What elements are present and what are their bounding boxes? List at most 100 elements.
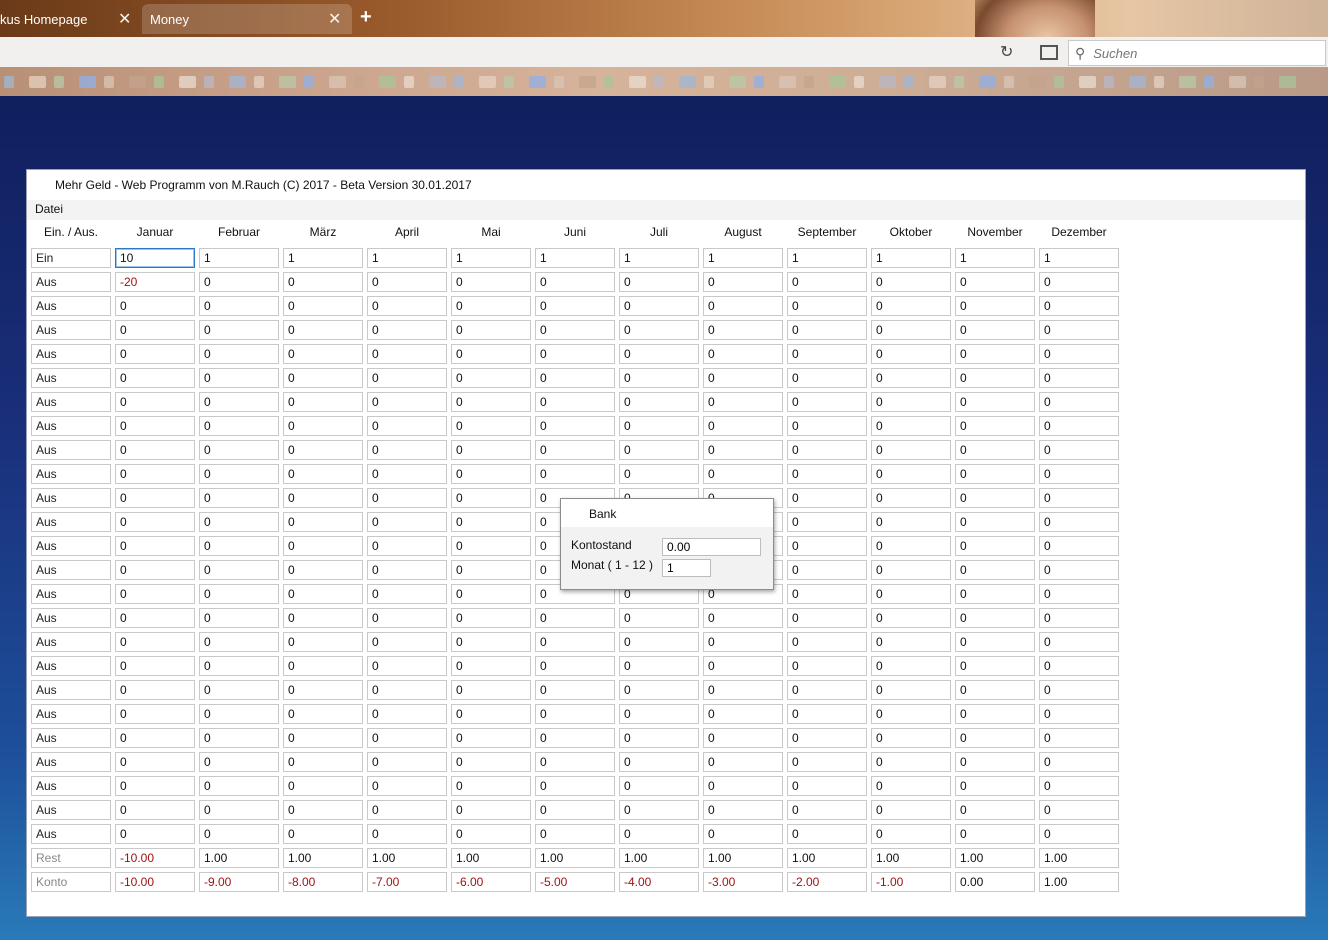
amount-input[interactable]: 0 (199, 824, 279, 844)
bookmark-item[interactable] (1129, 76, 1146, 88)
amount-input[interactable]: 0 (283, 656, 363, 676)
bookmark-item[interactable] (404, 76, 414, 88)
amount-input[interactable]: 0 (1039, 656, 1119, 676)
row-label[interactable]: Ein (31, 248, 111, 268)
amount-input[interactable]: 0 (283, 824, 363, 844)
reader-view-icon[interactable] (1040, 45, 1058, 60)
amount-input[interactable]: 0 (199, 320, 279, 340)
reload-icon[interactable]: ↻ (1000, 42, 1013, 62)
amount-input[interactable]: 0 (955, 320, 1035, 340)
amount-input[interactable]: 0 (451, 752, 531, 772)
amount-input[interactable]: 0 (283, 464, 363, 484)
amount-input[interactable]: 0 (535, 680, 615, 700)
amount-input[interactable]: 0 (955, 296, 1035, 316)
amount-input[interactable]: 0 (199, 440, 279, 460)
bookmark-item[interactable] (654, 76, 664, 88)
amount-input[interactable]: 0 (787, 704, 867, 724)
bookmark-item[interactable] (1054, 76, 1064, 88)
bookmark-item[interactable] (154, 76, 164, 88)
amount-input[interactable]: 0 (787, 776, 867, 796)
amount-input[interactable]: 0 (535, 416, 615, 436)
amount-input[interactable]: 0 (367, 728, 447, 748)
kontostand-input[interactable] (662, 538, 761, 556)
bookmark-item[interactable] (779, 76, 796, 88)
amount-input[interactable]: 0 (115, 800, 195, 820)
amount-input[interactable]: 0 (871, 800, 951, 820)
row-label[interactable]: Aus (31, 464, 111, 484)
amount-input[interactable]: 0 (283, 272, 363, 292)
amount-input[interactable]: 0 (115, 512, 195, 532)
bookmark-item[interactable] (929, 76, 946, 88)
amount-input[interactable]: 0 (115, 416, 195, 436)
amount-input[interactable]: 0 (619, 632, 699, 652)
amount-input[interactable]: 0 (535, 728, 615, 748)
bookmark-item[interactable] (1154, 76, 1164, 88)
bookmark-item[interactable] (454, 76, 464, 88)
bookmark-item[interactable] (1204, 76, 1214, 88)
amount-input[interactable]: 0 (955, 800, 1035, 820)
amount-input[interactable]: 0 (787, 584, 867, 604)
amount-input[interactable]: 0 (283, 344, 363, 364)
amount-input[interactable]: 0 (115, 680, 195, 700)
amount-input[interactable]: 0 (199, 272, 279, 292)
amount-input[interactable]: 0 (871, 584, 951, 604)
amount-input[interactable]: 0 (619, 776, 699, 796)
amount-input[interactable]: 0 (871, 296, 951, 316)
amount-input[interactable]: 0 (955, 464, 1035, 484)
amount-input[interactable]: 0 (619, 800, 699, 820)
amount-input[interactable]: 0 (283, 392, 363, 412)
amount-input[interactable]: 0 (619, 608, 699, 628)
amount-input[interactable]: 0 (1039, 272, 1119, 292)
amount-input[interactable]: 0 (955, 704, 1035, 724)
amount-input[interactable]: 0 (367, 632, 447, 652)
amount-input[interactable]: 0 (115, 464, 195, 484)
amount-input[interactable]: 0 (871, 488, 951, 508)
amount-input[interactable]: 0 (787, 464, 867, 484)
row-label[interactable]: Aus (31, 392, 111, 412)
amount-input[interactable]: 0 (619, 752, 699, 772)
amount-input[interactable]: 1 (787, 248, 867, 268)
amount-input[interactable]: 0 (619, 416, 699, 436)
amount-input[interactable]: 0 (1039, 584, 1119, 604)
row-label[interactable]: Aus (31, 824, 111, 844)
row-label[interactable]: Aus (31, 416, 111, 436)
amount-input[interactable]: 0 (871, 536, 951, 556)
bookmark-item[interactable] (579, 76, 596, 88)
amount-input[interactable]: 0 (115, 488, 195, 508)
bookmark-item[interactable] (604, 76, 614, 88)
amount-input[interactable]: 0 (367, 464, 447, 484)
amount-input[interactable]: 0 (871, 560, 951, 580)
amount-input[interactable]: 0 (787, 752, 867, 772)
bookmark-item[interactable] (54, 76, 64, 88)
bookmark-item[interactable] (354, 76, 364, 88)
amount-input[interactable]: 0 (703, 800, 783, 820)
amount-input[interactable]: 0 (199, 704, 279, 724)
amount-input[interactable]: 0 (451, 536, 531, 556)
amount-input[interactable]: 0 (703, 440, 783, 460)
bookmark-item[interactable] (954, 76, 964, 88)
amount-input[interactable]: 0 (1039, 488, 1119, 508)
amount-input[interactable]: 0 (451, 272, 531, 292)
amount-input[interactable]: 0 (787, 656, 867, 676)
bookmark-item[interactable] (979, 76, 996, 88)
amount-input[interactable]: 0 (703, 728, 783, 748)
row-label[interactable]: Aus (31, 344, 111, 364)
amount-input[interactable]: 0 (1039, 368, 1119, 388)
amount-input[interactable]: 0 (955, 272, 1035, 292)
row-label[interactable]: Aus (31, 656, 111, 676)
bookmark-item[interactable] (104, 76, 114, 88)
amount-input[interactable]: 0 (703, 656, 783, 676)
plus-icon[interactable]: + (360, 6, 372, 29)
amount-input[interactable]: 0 (451, 392, 531, 412)
search-input[interactable] (1091, 44, 1316, 62)
bookmark-item[interactable] (504, 76, 514, 88)
amount-input[interactable]: 0 (283, 776, 363, 796)
amount-input[interactable]: 0 (115, 704, 195, 724)
amount-input[interactable]: 0 (199, 512, 279, 532)
amount-input[interactable]: 0 (535, 272, 615, 292)
amount-input[interactable]: 0 (787, 728, 867, 748)
menu-item-datei[interactable]: Datei (35, 202, 63, 216)
amount-input[interactable]: 0 (1039, 632, 1119, 652)
amount-input[interactable]: 0 (1039, 752, 1119, 772)
amount-input[interactable]: 0 (367, 656, 447, 676)
